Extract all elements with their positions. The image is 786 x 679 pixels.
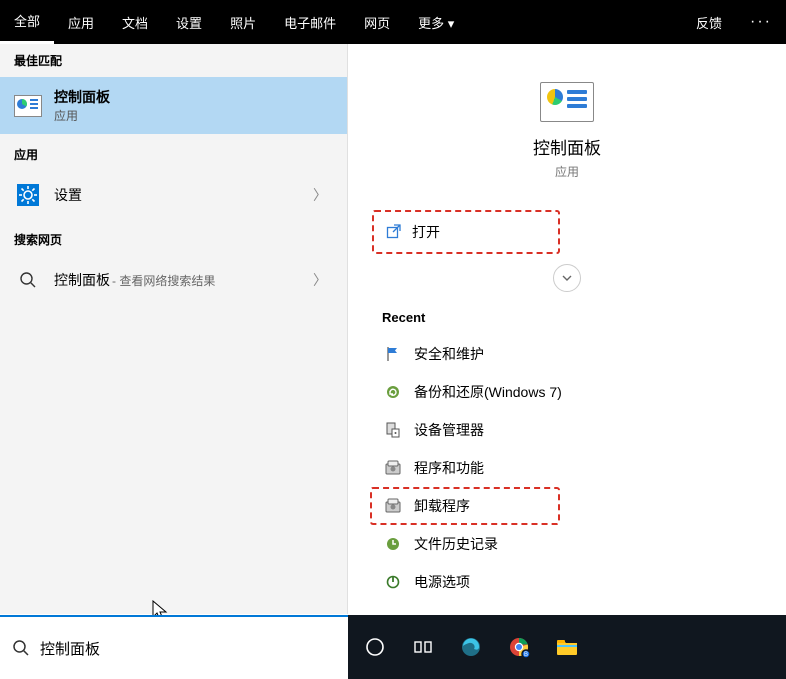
tab-web[interactable]: 网页 [350,0,404,44]
result-subtitle: 应用 [54,107,333,124]
recent-item-label: 备份和还原(Windows 7) [414,382,562,402]
feedback-link[interactable]: 反馈 [682,0,736,44]
recent-item-label: 文件历史记录 [414,534,498,554]
hero-title: 控制面板 [370,134,764,159]
recent-item-label: 安全和维护 [414,344,484,364]
recent-item-file-history[interactable]: 文件历史记录 [370,525,764,563]
chevron-right-icon: 〉 [313,185,333,205]
edge-icon [460,636,482,658]
recent-header: Recent [370,298,764,335]
taskbar-taskview-button[interactable] [400,626,446,668]
programs-icon [384,497,402,515]
expand-button[interactable] [553,264,581,292]
taskbar-cortana-button[interactable] [352,626,398,668]
chevron-right-icon: 〉 [313,270,333,290]
search-filter-tabbar: 全部 应用 文档 设置 照片 电子邮件 网页 更多 ▾ 反馈 ··· [0,0,786,44]
tab-all[interactable]: 全部 [0,0,54,44]
result-title: 设置 [54,185,301,205]
result-title: 控制面板 [54,270,110,290]
settings-icon [14,181,42,209]
search-box[interactable] [0,615,348,679]
recent-item-security[interactable]: 安全和维护 [370,335,764,373]
search-icon [14,266,42,294]
programs-icon [384,459,402,477]
taskview-icon [413,637,433,657]
history-icon [384,535,402,553]
more-options-button[interactable]: ··· [736,0,786,44]
control-panel-icon [14,92,42,120]
recent-item-uninstall[interactable]: 卸载程序 [370,487,560,525]
chrome-icon: B [508,636,530,658]
hero-subtitle: 应用 [370,163,764,180]
flag-icon [384,345,402,363]
recent-item-power-options[interactable]: 电源选项 [370,563,764,601]
web-header: 搜索网页 [0,223,347,256]
tab-apps[interactable]: 应用 [54,0,108,44]
open-label: 打开 [412,222,440,242]
tab-photos[interactable]: 照片 [216,0,270,44]
control-panel-hero-icon [540,82,594,122]
folder-icon [556,637,578,657]
recent-item-backup[interactable]: 备份和还原(Windows 7) [370,373,764,411]
tab-settings[interactable]: 设置 [162,0,216,44]
result-web-search[interactable]: 控制面板 - 查看网络搜索结果 〉 [0,256,347,304]
detail-panel: 控制面板 应用 打开 Recent 安全和维护 备份和还原(Windows 7)… [348,44,786,614]
recent-item-programs[interactable]: 程序和功能 [370,449,764,487]
result-control-panel[interactable]: 控制面板 应用 [0,77,347,134]
open-icon [386,224,402,240]
search-icon [12,639,30,657]
result-title: 控制面板 [54,87,333,107]
tab-documents[interactable]: 文档 [108,0,162,44]
best-match-header: 最佳匹配 [0,44,347,77]
recent-item-label: 程序和功能 [414,458,484,478]
search-input[interactable] [40,640,336,657]
tab-more[interactable]: 更多 ▾ [404,0,468,44]
taskbar-app-chrome[interactable]: B [496,626,542,668]
circle-icon [365,637,385,657]
device-icon [384,421,402,439]
recent-item-label: 电源选项 [414,572,470,592]
backup-icon [384,383,402,401]
recent-list: 安全和维护 备份和还原(Windows 7) 设备管理器 程序和功能 卸载程序 … [370,335,764,601]
recent-item-device-manager[interactable]: 设备管理器 [370,411,764,449]
svg-text:B: B [524,652,528,658]
recent-item-label: 卸载程序 [414,496,470,516]
results-panel: 最佳匹配 控制面板 应用 应用 设置 〉 搜索网页 控制面板 [0,44,348,614]
taskbar-app-edge[interactable] [448,626,494,668]
tab-email[interactable]: 电子邮件 [270,0,350,44]
power-icon [384,573,402,591]
open-action[interactable]: 打开 [372,210,560,254]
taskbar: B [348,615,786,679]
apps-header: 应用 [0,138,347,171]
taskbar-app-explorer[interactable] [544,626,590,668]
chevron-down-icon [561,272,573,284]
result-settings[interactable]: 设置 〉 [0,171,347,219]
result-suffix: - 查看网络搜索结果 [112,272,215,289]
recent-item-label: 设备管理器 [414,420,484,440]
